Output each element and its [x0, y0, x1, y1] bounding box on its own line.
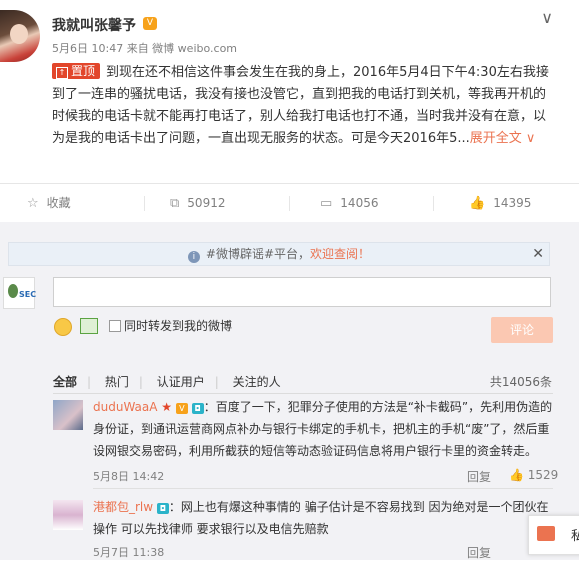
tab-separator: | — [214, 375, 219, 389]
tab-separator: | — [138, 375, 143, 389]
comment-total: 共14056条 — [489, 375, 552, 389]
comment-time: 5月7日 11:38 — [93, 546, 165, 559]
tab-all[interactable]: 全部 — [53, 375, 77, 389]
camera-icon: ◘ — [156, 503, 169, 514]
private-message-widget[interactable]: 私 — [528, 515, 579, 555]
favorite-button[interactable]: ☆ 收藏 — [27, 184, 71, 222]
divider — [53, 393, 553, 394]
tab-separator: | — [87, 375, 92, 389]
pin-icon: ↑ — [56, 67, 68, 79]
comment-button[interactable]: ▭ 14056 — [320, 184, 378, 222]
like-count: 14395 — [493, 196, 532, 210]
my-avatar[interactable]: SEC — [3, 277, 37, 309]
camera-icon: ◘ — [191, 403, 204, 414]
comment-like-count: 1529 — [527, 468, 559, 482]
avatar-face — [10, 24, 28, 44]
submit-comment-button[interactable]: 评论 — [491, 317, 553, 343]
divider — [433, 196, 434, 211]
tab-following[interactable]: 关注的人 — [233, 375, 281, 389]
repost-checkbox[interactable] — [109, 320, 121, 332]
notice-highlight[interactable]: 欢迎查阅！ — [310, 247, 370, 261]
vip-icon: V — [175, 403, 188, 414]
comment-item: duduWaaA ★ V ◘ ：百度了一下，犯罪分子使用的方法是“补卡截码”，先利… — [93, 396, 553, 462]
tab-verified[interactable]: 认证用户 — [157, 375, 205, 389]
expand-full-link[interactable]: 展开全文 ∨ — [470, 131, 536, 146]
emoji-icon[interactable] — [54, 318, 72, 336]
pinned-label: 置顶 — [71, 64, 96, 78]
chevron-down-icon[interactable]: ∨ — [541, 8, 553, 27]
info-icon: i — [187, 251, 200, 263]
comment-filter-tabs: 全部 | 热门 | 认证用户 | 关注的人 — [53, 373, 291, 390]
repost-count: 50912 — [187, 196, 226, 210]
divider — [144, 196, 145, 211]
post-content: ↑ 置顶 到现在还不相信这件事会发生在我的身上，2016年5月4日下午4:30左右我… — [52, 62, 552, 150]
author-name[interactable]: 我就叫张馨予 — [52, 15, 136, 35]
divider — [289, 196, 290, 211]
vip-icon: V — [143, 17, 157, 30]
post-meta: 5月6日 10:47 来自 微博 weibo.com — [52, 42, 238, 55]
chat-label: 私 — [571, 529, 579, 544]
avatar-graphic — [8, 284, 18, 298]
comment-item: 港都包_rlw ◘ ：网上也有爆这种事情的 骗子估计是不容易找到 因为绝对是一个团… — [93, 496, 553, 540]
author-avatar[interactable] — [0, 10, 40, 62]
commenter-avatar[interactable] — [53, 500, 83, 530]
favorite-label: 收藏 — [46, 196, 71, 210]
pinned-badge: ↑ 置顶 — [52, 63, 101, 79]
weibo-post: 我就叫张馨予 V ∨ 5月6日 10:47 来自 微博 weibo.com ↑ 置… — [0, 0, 579, 183]
star-icon: ☆ — [27, 196, 39, 211]
image-icon[interactable] — [80, 318, 98, 334]
post-actions-bar: ☆ 收藏 ⧉ 50912 ▭ 14056 👍 14395 — [0, 183, 579, 223]
avatar-graphic-text: SEC — [19, 290, 37, 299]
commenter-name[interactable]: 港都包_rlw — [93, 500, 153, 514]
star-badge-icon: ★ — [161, 400, 173, 414]
divider — [93, 488, 553, 489]
comment-input[interactable] — [53, 277, 551, 307]
repost-icon: ⧉ — [170, 196, 180, 211]
comment-count: 14056 — [340, 196, 379, 210]
rumor-notice: i #微博辟谣#平台，欢迎查阅！ ✕ — [8, 242, 550, 266]
mail-icon — [537, 526, 555, 541]
repost-button[interactable]: ⧉ 50912 — [170, 184, 225, 222]
comments-panel: i #微博辟谣#平台，欢迎查阅！ ✕ SEC 同时转发到我的微博 评论 全部 | 热… — [0, 222, 579, 560]
reply-button[interactable]: 回复 — [467, 468, 491, 485]
comment-icon: ▭ — [320, 196, 333, 211]
like-button[interactable]: 👍 14395 — [469, 184, 531, 222]
tab-hot[interactable]: 热门 — [105, 375, 129, 389]
close-icon[interactable]: ✕ — [532, 243, 544, 265]
comment-like-button[interactable]: 👍 1529 — [509, 468, 558, 482]
notice-text[interactable]: #微博辟谣#平台， — [206, 247, 310, 261]
repost-checkbox-label[interactable]: 同时转发到我的微博 — [124, 317, 232, 334]
comment-time: 5月8日 14:42 — [93, 470, 165, 483]
commenter-name[interactable]: duduWaaA — [93, 400, 157, 414]
thumbs-up-icon: 👍 — [469, 196, 486, 211]
commenter-avatar[interactable] — [53, 400, 83, 430]
reply-button[interactable]: 回复 — [467, 544, 491, 561]
thumbs-up-icon: 👍 — [509, 468, 524, 482]
